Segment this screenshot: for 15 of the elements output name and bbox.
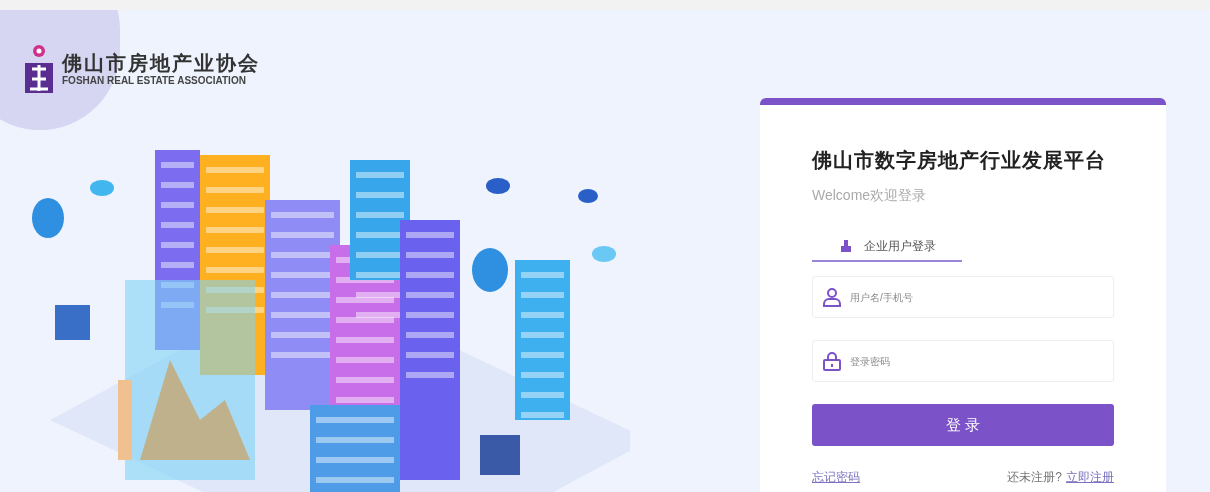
user-icon [822,287,842,307]
lock-icon [822,351,842,371]
input-field[interactable]: 用户名/手机号 [812,276,1114,318]
association-subtitle: FOSHAN REAL ESTATE ASSOCIATION [62,75,247,87]
association-name: 佛山市房地产业协会 [62,51,260,75]
input-field[interactable]: 登录密码 [812,340,1114,382]
register-prompt: 还未注册? [1007,469,1062,486]
login-button[interactable]: 登 录 [812,404,1114,446]
register-link[interactable]: 立即注册 [1066,468,1114,486]
association-logo-icon [22,43,56,95]
user-group-icon [840,240,852,252]
platform-title: 佛山市数字房地产行业发展平台 [812,148,1107,173]
forgot-password-link[interactable]: 忘记密码 [812,468,860,486]
login-tab[interactable]: 企业用户登录 [812,232,962,262]
welcome-text: Welcome欢迎登录 [812,186,928,205]
